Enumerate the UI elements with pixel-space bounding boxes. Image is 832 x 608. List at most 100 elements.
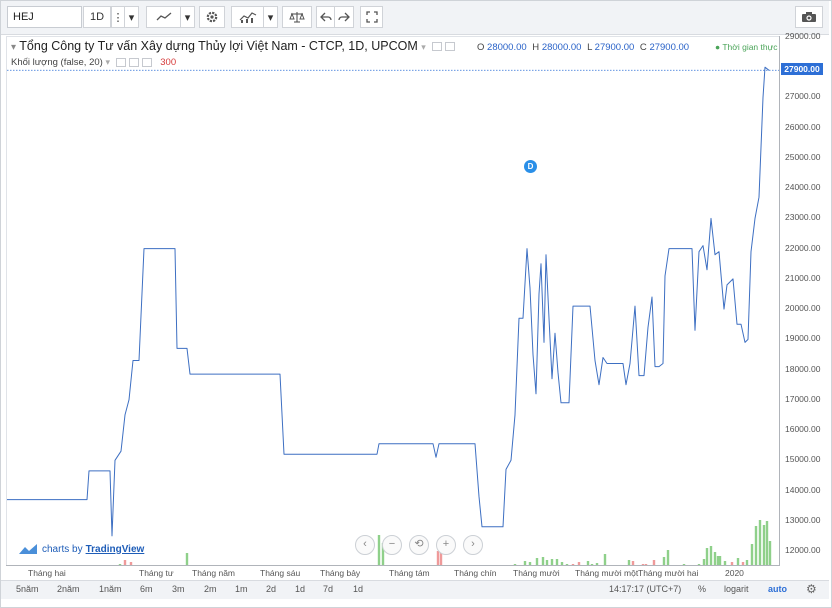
close-label: C <box>639 42 647 53</box>
percent-toggle[interactable]: % <box>698 584 706 594</box>
range-1d[interactable]: 1d <box>295 584 305 594</box>
undo-icon <box>319 12 332 22</box>
volume-close-icon[interactable] <box>141 57 152 67</box>
price-tick-label: 15000.00 <box>785 454 821 465</box>
time-tick-label: Tháng tư <box>139 568 174 578</box>
volume-value: 300 <box>160 57 177 68</box>
price-tick-label: 24000.00 <box>785 182 821 193</box>
volume-bar <box>705 548 709 566</box>
legend-dropdown-icon[interactable]: ▾ <box>421 42 426 52</box>
price-tick-label: 18000.00 <box>785 363 821 374</box>
volume-label: Khối lượng (false, 20) <box>11 57 103 68</box>
undo-button[interactable] <box>316 6 335 28</box>
volume-bar <box>709 546 713 566</box>
volume-bar <box>762 525 766 566</box>
high-label: H <box>532 42 540 53</box>
log-scale-toggle[interactable]: logarit <box>724 584 749 594</box>
range-2m[interactable]: 2m <box>204 584 217 594</box>
price-tick-label: 27000.00 <box>785 91 821 102</box>
interval-button[interactable]: 1D <box>83 6 111 28</box>
open-value: 28000.00 <box>487 42 527 53</box>
range-3m[interactable]: 3m <box>172 584 185 594</box>
snapshot-button[interactable] <box>795 6 823 28</box>
line-chart-icon <box>156 12 171 21</box>
low-value: 27900.00 <box>594 42 635 53</box>
legend-title: ▾ Tổng Công ty Tư vấn Xây dựng Thủy lợi … <box>11 39 456 53</box>
chart-style-button[interactable] <box>146 6 181 28</box>
price-line <box>7 66 770 537</box>
time-tick-label: Tháng mười <box>513 568 560 578</box>
price-tick-label: 21000.00 <box>785 272 821 283</box>
time-tick-label: Tháng mười một <box>575 568 639 578</box>
volume-bar <box>758 520 762 566</box>
time-tick-label: Tháng sáu <box>260 568 301 578</box>
range-6m[interactable]: 6m <box>140 584 153 594</box>
range-2d[interactable]: 2d <box>266 584 276 594</box>
high-value: 28000.00 <box>541 42 582 53</box>
price-tick-label: 29000.00 <box>785 31 821 41</box>
scroll-left-button[interactable]: ‹ <box>355 535 375 555</box>
range-5y[interactable]: 5năm <box>16 584 39 594</box>
legend-settings-icon[interactable] <box>445 42 456 52</box>
price-tick-label: 13000.00 <box>785 514 821 525</box>
settings-button[interactable] <box>199 6 225 28</box>
indicators-icon <box>239 12 256 23</box>
zoom-in-button[interactable]: + <box>436 535 456 555</box>
chart-type-dropdown-button[interactable]: ▾ <box>125 6 139 28</box>
gear-icon[interactable]: ⚙ <box>806 582 817 596</box>
camera-icon <box>802 12 816 22</box>
price-tick-label: 23000.00 <box>785 212 821 223</box>
time-axis[interactable]: Tháng hai Tháng tư Tháng năm Tháng sáu Tháng… <box>6 565 779 580</box>
volume-dropdown-icon[interactable]: ▾ <box>105 57 110 67</box>
range-1y[interactable]: 1năm <box>99 584 122 594</box>
close-value: 27900.00 <box>649 42 690 53</box>
auto-scale-toggle[interactable]: auto <box>768 584 787 594</box>
chevron-down-icon[interactable]: ▾ <box>11 42 16 53</box>
redo-icon <box>338 12 350 22</box>
chart-style-dropdown-button[interactable]: ▾ <box>181 6 195 28</box>
tradingview-logo-icon <box>19 544 37 554</box>
time-tick-label: Tháng năm <box>192 568 235 578</box>
range-7d[interactable]: 7d <box>323 584 333 594</box>
indicators-dropdown-button[interactable]: ▾ <box>264 6 278 28</box>
chart-toolbar: 1D ⋮ ▾ ▾ ▾ <box>1 1 829 35</box>
time-tick-label: Tháng tám <box>389 568 430 578</box>
scroll-right-button[interactable]: › <box>463 535 483 555</box>
redo-button[interactable] <box>335 6 354 28</box>
range-2y[interactable]: 2năm <box>57 584 80 594</box>
price-tick-label: 25000.00 <box>785 151 821 162</box>
price-tick-label: 20000.00 <box>785 303 821 314</box>
watermark-brand: TradingView <box>85 543 145 555</box>
realtime-status: ● Thời gian thực <box>715 42 778 52</box>
clock-time[interactable]: 14:17:17 (UTC+7) <box>609 584 681 594</box>
volume-settings-icon[interactable] <box>128 57 139 67</box>
scale-icon <box>289 12 305 23</box>
fullscreen-button[interactable] <box>360 6 383 28</box>
range-1d-alt[interactable]: 1d <box>353 584 363 594</box>
price-tick-label: 16000.00 <box>785 424 821 435</box>
volume-bar <box>713 552 717 566</box>
zoom-out-button[interactable]: − <box>382 535 402 555</box>
chart-pane[interactable] <box>6 36 780 566</box>
reset-view-button[interactable]: ⟲ <box>409 535 429 555</box>
legend-hide-icon[interactable] <box>432 42 443 52</box>
ohlc-values: O 28000.00 H 28000.00 L 27900.00 C 27900… <box>477 42 692 53</box>
price-tick-label: 14000.00 <box>785 484 821 495</box>
compare-button[interactable] <box>282 6 312 28</box>
time-tick-label: Tháng hai <box>28 568 66 578</box>
interval-dropdown-button[interactable]: ⋮ <box>111 6 125 28</box>
chart-navigation: ‹ − ⟲ + › <box>355 535 490 555</box>
price-axis[interactable]: 12000.00 13000.00 14000.00 15000.00 16000.00… <box>779 31 831 566</box>
price-tick-label: 22000.00 <box>785 242 821 253</box>
price-tick-label: 26000.00 <box>785 121 821 132</box>
dividend-event-marker[interactable]: D <box>524 160 537 173</box>
tradingview-watermark[interactable]: charts by TradingView <box>18 543 144 555</box>
symbol-search-input[interactable] <box>7 6 82 28</box>
last-price-tag: 27900.00 <box>781 63 823 75</box>
time-tick-label: Tháng mười hai <box>638 568 699 578</box>
volume-bar <box>750 544 754 566</box>
volume-hide-icon[interactable] <box>115 57 126 67</box>
range-1m[interactable]: 1m <box>235 584 248 594</box>
bottom-toolbar: 5năm 2năm 1năm 6m 3m 2m 1m 2d 1d 7d 1d 1… <box>1 580 829 599</box>
indicators-button[interactable] <box>231 6 264 28</box>
